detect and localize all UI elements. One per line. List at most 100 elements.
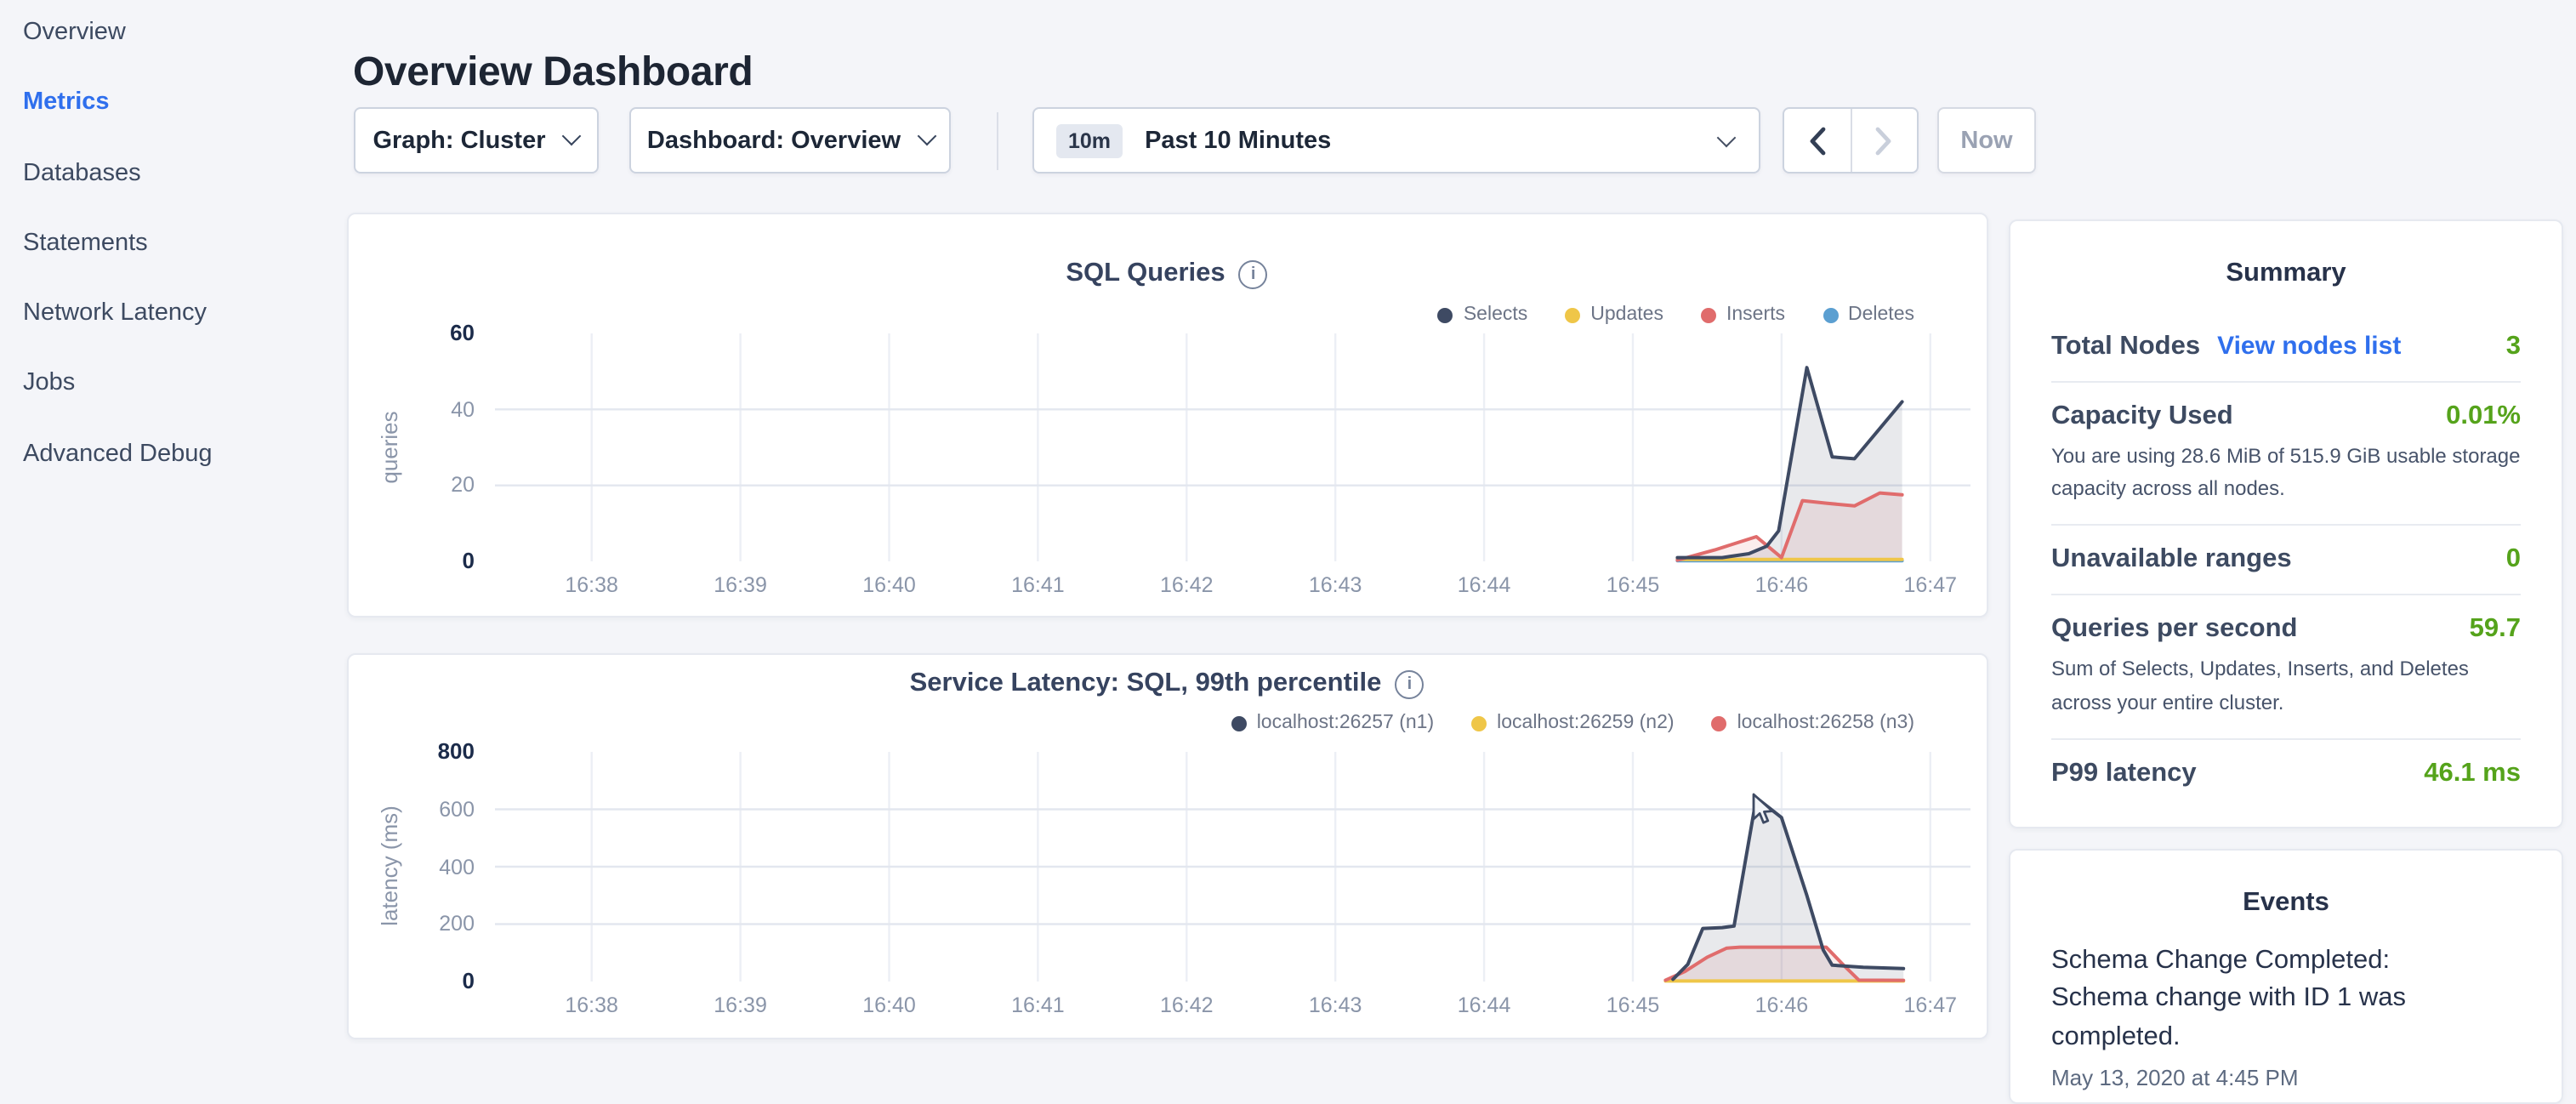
sidebar-item-statements[interactable]: Statements xyxy=(23,230,332,259)
y-tick-label: 0 xyxy=(348,968,475,995)
sidebar-item-network-latency[interactable]: Network Latency xyxy=(23,299,332,328)
sidebar-item-jobs[interactable]: Jobs xyxy=(23,370,332,399)
legend-dot-icon xyxy=(1701,307,1716,322)
y-tick-label: 200 xyxy=(348,911,475,938)
chevron-down-icon xyxy=(561,127,581,146)
x-tick-label: 16:38 xyxy=(541,993,643,1017)
summary-row-total-nodes: Total Nodes View nodes list 3 xyxy=(2051,313,2521,381)
legend-item: localhost:26259 (n2) xyxy=(1471,713,1674,733)
legend-dot-icon xyxy=(1471,715,1487,731)
x-tick-label: 16:39 xyxy=(690,573,792,597)
x-tick-label: 16:40 xyxy=(838,573,940,597)
app-window: Overview Metrics Databases Statements Ne… xyxy=(0,0,2576,1051)
events-title: Events xyxy=(2051,888,2521,919)
x-tick-label: 16:42 xyxy=(1135,993,1237,1017)
legend-item: localhost:26257 (n1) xyxy=(1231,713,1434,733)
x-tick-label: 16:44 xyxy=(1433,573,1535,597)
summary-row-description: Sum of Selects, Updates, Inserts, and De… xyxy=(2051,654,2521,720)
event-timestamp: May 13, 2020 at 4:45 PM xyxy=(2051,1066,2521,1091)
summary-row-label: Queries per second xyxy=(2051,615,2297,646)
sidebar-item-databases[interactable]: Databases xyxy=(23,159,332,188)
summary-row-description: You are using 28.6 MiB of 515.9 GiB usab… xyxy=(2051,441,2521,506)
x-tick-label: 16:46 xyxy=(1731,993,1833,1017)
chart-plot-area[interactable] xyxy=(495,752,1970,982)
time-range-dropdown[interactable]: 10m Past 10 Minutes xyxy=(1032,107,1760,174)
x-tick-label: 16:44 xyxy=(1433,993,1535,1017)
legend-item: Deletes xyxy=(1823,304,1914,325)
summary-row-p99-latency: P99 latency 46.1 ms xyxy=(2051,738,2521,808)
toolbar-divider xyxy=(997,112,998,170)
legend-label: localhost:26259 (n2) xyxy=(1497,713,1674,733)
chevron-left-icon xyxy=(1808,125,1827,156)
legend-label: localhost:26257 (n1) xyxy=(1257,713,1434,733)
legend-label: Selects xyxy=(1464,304,1527,325)
summary-row-queries-per-second: Queries per second 59.7 Sum of Selects, … xyxy=(2051,595,2521,738)
chart-legend: localhost:26257 (n1) localhost:26259 (n2)… xyxy=(1231,713,1914,733)
chevron-down-icon xyxy=(1717,128,1737,147)
dashboard-dropdown[interactable]: Dashboard: Overview xyxy=(629,107,951,174)
x-tick-label: 16:43 xyxy=(1284,573,1386,597)
summary-row-label: P99 latency xyxy=(2051,759,2197,789)
time-range-label: Past 10 Minutes xyxy=(1145,127,1331,154)
summary-row-value: 59.7 xyxy=(2470,615,2521,646)
sidebar-item-overview[interactable]: Overview xyxy=(23,19,332,48)
summary-panel: Summary Total Nodes View nodes list 3 Ca… xyxy=(2009,219,2563,828)
graph-scope-dropdown[interactable]: Graph: Cluster xyxy=(353,107,598,174)
time-back-button[interactable] xyxy=(1784,109,1851,172)
chart-plot-area[interactable] xyxy=(495,333,1970,561)
legend-dot-icon xyxy=(1565,307,1580,322)
now-button-label: Now xyxy=(1960,127,2012,154)
legend-dot-icon xyxy=(1231,715,1247,731)
now-button[interactable]: Now xyxy=(1937,107,2036,174)
events-panel: Events Schema Change Completed: Schema c… xyxy=(2009,849,2563,1104)
sidebar-item-advanced-debug[interactable]: Advanced Debug xyxy=(23,441,332,469)
chart-title: Service Latency: SQL, 99th percentile i xyxy=(348,669,1986,699)
x-tick-label: 16:39 xyxy=(690,993,792,1017)
summary-row-value: 46.1 ms xyxy=(2424,759,2521,789)
event-message[interactable]: Schema Change Completed: Schema change w… xyxy=(2051,942,2480,1057)
chart-title-text: SQL Queries xyxy=(1066,259,1225,289)
summary-row-value: 0 xyxy=(2506,545,2521,576)
legend-item: localhost:26258 (n3) xyxy=(1712,713,1914,733)
summary-row-label: Capacity Used xyxy=(2051,401,2233,432)
legend-item: Selects xyxy=(1438,304,1527,325)
summary-row-value: 3 xyxy=(2506,332,2521,362)
legend-item: Inserts xyxy=(1701,304,1785,325)
legend-dot-icon xyxy=(1712,715,1727,731)
x-tick-label: 16:45 xyxy=(1582,993,1684,1017)
chart-legend: Selects Updates Inserts Deletes xyxy=(1438,304,1914,325)
sidebar-item-metrics[interactable]: Metrics xyxy=(23,89,332,118)
y-tick-label: 60 xyxy=(348,320,475,347)
y-tick-label: 400 xyxy=(348,853,475,880)
legend-label: Updates xyxy=(1590,304,1663,325)
x-tick-label: 16:47 xyxy=(1879,573,1982,597)
chevron-down-icon xyxy=(917,127,936,146)
legend-dot-icon xyxy=(1823,307,1838,322)
x-tick-label: 16:41 xyxy=(987,573,1089,597)
sidebar: Overview Metrics Databases Statements Ne… xyxy=(0,0,332,1051)
view-nodes-list-link[interactable]: View nodes list xyxy=(2217,332,2401,361)
sidebar-nav: Overview Metrics Databases Statements Ne… xyxy=(0,0,332,469)
x-tick-label: 16:45 xyxy=(1582,573,1684,597)
y-tick-label: 800 xyxy=(348,738,475,765)
legend-dot-icon xyxy=(1438,307,1453,322)
info-icon[interactable]: i xyxy=(1395,669,1424,698)
y-tick-label: 40 xyxy=(348,396,475,423)
summary-row-label: Total Nodes xyxy=(2051,332,2200,362)
y-tick-label: 600 xyxy=(348,796,475,823)
chart-title-text: Service Latency: SQL, 99th percentile xyxy=(910,669,1382,699)
summary-title: Summary xyxy=(2051,259,2521,289)
y-tick-label: 0 xyxy=(348,548,475,575)
summary-row-capacity-used: Capacity Used 0.01% You are using 28.6 M… xyxy=(2051,381,2521,525)
service-latency-chart-card: Service Latency: SQL, 99th percentile i … xyxy=(346,653,1987,1039)
time-forward-button[interactable] xyxy=(1851,109,1917,172)
time-step-buttons xyxy=(1783,107,1919,174)
info-icon[interactable]: i xyxy=(1239,259,1268,288)
legend-item: Updates xyxy=(1565,304,1663,325)
sql-queries-chart-card: SQL Queries i Selects Updates Inserts Delet… xyxy=(346,213,1987,617)
legend-label: localhost:26258 (n3) xyxy=(1737,713,1914,733)
page-title: Overview Dashboard xyxy=(353,49,753,97)
legend-label: Inserts xyxy=(1726,304,1785,325)
x-tick-label: 16:46 xyxy=(1731,573,1833,597)
x-tick-label: 16:43 xyxy=(1284,993,1386,1017)
